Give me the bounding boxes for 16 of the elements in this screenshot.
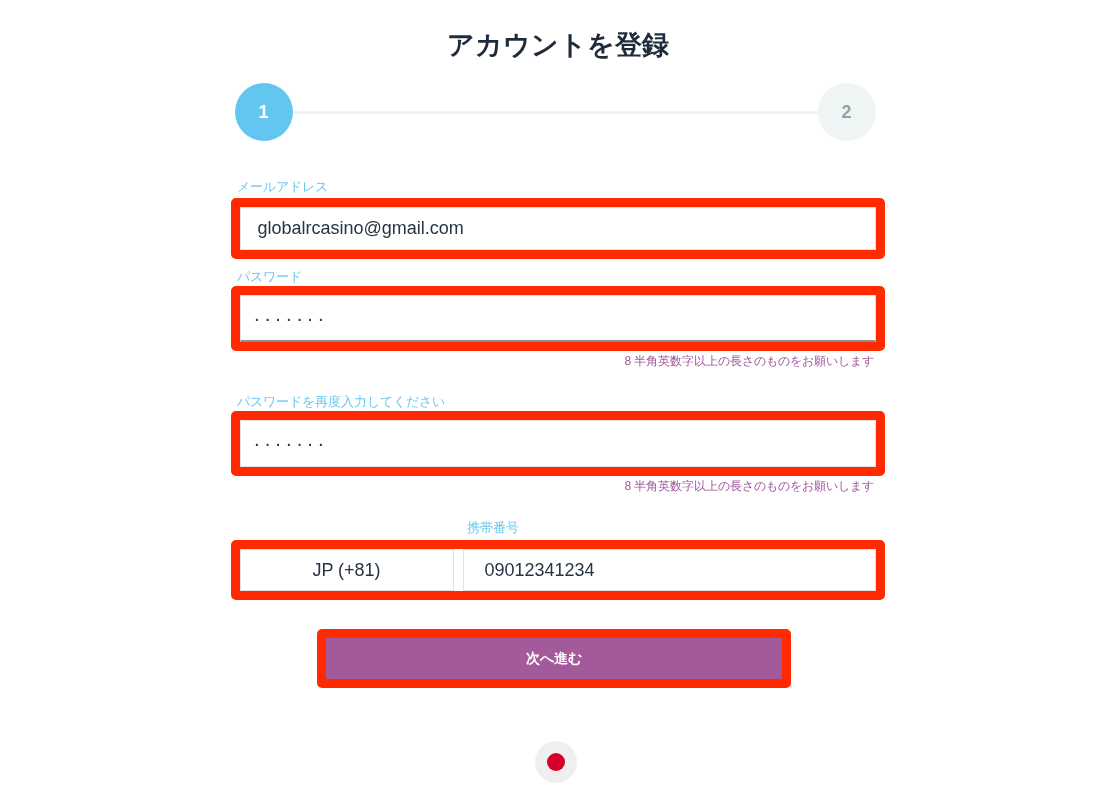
country-code-select[interactable]: JP (+81)	[239, 549, 454, 591]
step-indicator: 1	[234, 83, 293, 141]
hint-text: 8 半角英数字以上の長さのものをお願いします	[624, 478, 875, 494]
next-button[interactable]: 次へ進む	[325, 638, 782, 679]
field-label: パスワードを再度入力してください	[236, 394, 445, 410]
page-title: アカウントを登録	[446, 29, 669, 62]
password-field[interactable]: ·······	[239, 295, 876, 342]
hint-text: 8 半角英数字以上の長さのものをお願いします	[624, 353, 875, 369]
password-field[interactable]: ·······	[239, 420, 876, 467]
phone-number-field[interactable]: 09012341234	[462, 549, 876, 591]
field-label: パスワード	[236, 269, 302, 285]
step-indicator: 2	[817, 83, 876, 141]
flag-icon[interactable]	[534, 741, 577, 783]
field-label: 携帯番号	[466, 520, 519, 536]
email-field[interactable]: globalrcasino@gmail.com	[239, 207, 876, 250]
field-label: メールアドレス	[236, 179, 328, 195]
